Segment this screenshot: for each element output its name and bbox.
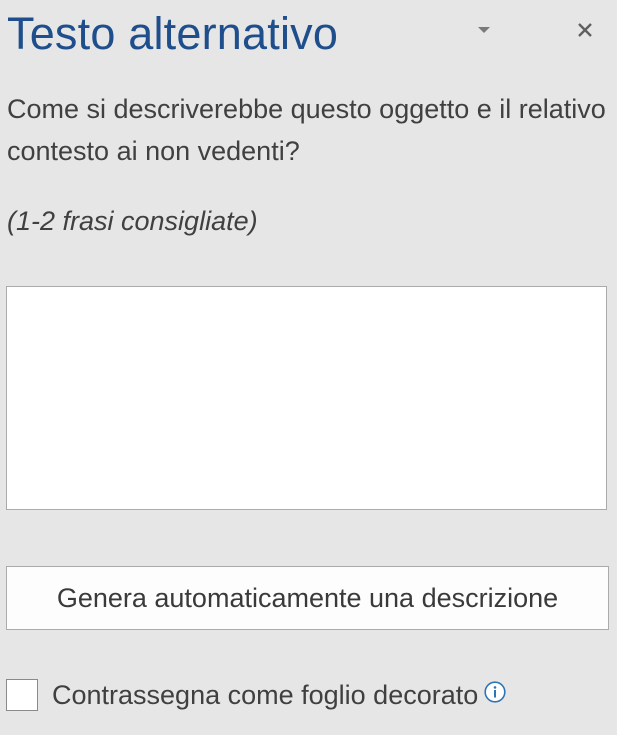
close-icon xyxy=(578,23,592,37)
chevron-down-icon xyxy=(478,27,490,33)
task-pane-options-button[interactable] xyxy=(470,16,498,44)
generate-description-button[interactable]: Genera automaticamente una descrizione xyxy=(6,566,609,630)
sentence-hint: (1-2 frasi consigliate) xyxy=(7,206,258,236)
pane-title: Testo alternativo xyxy=(7,8,339,59)
description-question: Come si descriverebbe questo oggetto e i… xyxy=(7,94,606,166)
alt-text-input[interactable] xyxy=(6,286,607,510)
info-icon[interactable] xyxy=(484,681,506,703)
mark-decorative-row: Contrassegna come foglio decorato xyxy=(6,677,506,713)
close-pane-button[interactable] xyxy=(570,16,600,44)
mark-decorative-label[interactable]: Contrassegna come foglio decorato xyxy=(52,677,478,713)
mark-decorative-checkbox[interactable] xyxy=(6,679,38,711)
